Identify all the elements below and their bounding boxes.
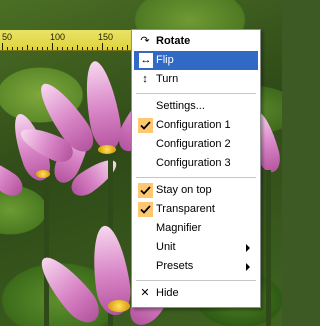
- ruler-tick: [22, 47, 23, 50]
- menu-item-label: Magnifier: [156, 222, 202, 234]
- ruler-tick: [92, 47, 93, 50]
- menu-item-label: Stay on top: [156, 184, 212, 196]
- menu-item-settings[interactable]: Settings...: [134, 97, 258, 116]
- ruler-tick: [27, 45, 28, 50]
- ruler-tick: [17, 47, 18, 50]
- ruler-tick: [62, 47, 63, 50]
- menu-item-configuration-3[interactable]: Configuration 3: [134, 154, 258, 173]
- ruler-tick: [32, 47, 33, 50]
- ruler-tick: [57, 47, 58, 50]
- flower-center: [36, 170, 50, 178]
- submenu-arrow-icon: [246, 244, 250, 252]
- menu-item-label: Configuration 2: [156, 138, 231, 150]
- ruler-tick: [7, 47, 8, 50]
- menu-item-magnifier[interactable]: Magnifier: [134, 219, 258, 238]
- ruler-tick: [127, 45, 128, 50]
- menu-item-hide[interactable]: ✕ Hide: [134, 284, 258, 303]
- flower-stem: [266, 170, 271, 326]
- ruler-tick: [97, 47, 98, 50]
- menu-item-stay-on-top[interactable]: Stay on top: [134, 181, 258, 200]
- screen-ruler[interactable]: 50 100 150: [0, 30, 138, 51]
- menu-item-label: Hide: [156, 287, 179, 299]
- menu-item-flip[interactable]: ↔ Flip: [134, 51, 258, 70]
- ruler-tick: [82, 47, 83, 50]
- ruler-tick: [87, 47, 88, 50]
- ruler-tick: [67, 47, 68, 50]
- context-menu: ↷ Rotate ↔ Flip ↕ Turn Settings... Confi…: [131, 29, 261, 308]
- check-icon: [138, 202, 153, 217]
- turn-vertical-icon: ↕: [142, 73, 148, 85]
- check-icon: [138, 118, 153, 133]
- menu-item-label: Flip: [156, 54, 174, 66]
- menu-item-turn[interactable]: ↕ Turn: [134, 70, 258, 89]
- ruler-tick: [107, 47, 108, 50]
- ruler-tick-label: 100: [50, 32, 66, 42]
- menu-item-presets[interactable]: Presets: [134, 257, 258, 276]
- flower-stem: [44, 175, 49, 326]
- menu-item-label: Transparent: [156, 203, 215, 215]
- ruler-tick: [12, 47, 13, 50]
- ruler-tick-label: 150: [98, 32, 114, 42]
- ruler-tick: [122, 47, 123, 50]
- ruler-tick: [112, 47, 113, 50]
- rotate-icon: ↷: [140, 35, 150, 47]
- menu-separator: [136, 93, 256, 94]
- menu-item-label: Presets: [156, 260, 194, 272]
- close-icon: ✕: [140, 287, 150, 299]
- check-icon: [138, 183, 153, 198]
- menu-item-label: Unit: [156, 241, 176, 253]
- flower-center: [98, 145, 116, 154]
- menu-item-label: Configuration 1: [156, 119, 231, 131]
- flower-center: [108, 300, 130, 312]
- ruler-tick: [77, 45, 78, 50]
- menu-item-configuration-1[interactable]: Configuration 1: [134, 116, 258, 135]
- menu-item-label: Settings...: [156, 100, 205, 112]
- menu-item-label: Configuration 3: [156, 157, 231, 169]
- menu-item-rotate[interactable]: ↷ Rotate: [134, 32, 258, 51]
- ruler-tick: [47, 47, 48, 50]
- menu-item-configuration-2[interactable]: Configuration 2: [134, 135, 258, 154]
- ruler-tick: [52, 43, 53, 50]
- ruler-tick: [2, 43, 3, 50]
- menu-separator: [136, 177, 256, 178]
- menu-item-transparent[interactable]: Transparent: [134, 200, 258, 219]
- ruler-tick: [37, 47, 38, 50]
- menu-item-label: Rotate: [156, 35, 191, 47]
- flip-horizontal-icon: ↔: [138, 52, 154, 69]
- menu-separator: [136, 280, 256, 281]
- ruler-tick: [117, 47, 118, 50]
- ruler-tick-label: 50: [2, 32, 13, 42]
- menu-item-label: Turn: [156, 73, 179, 85]
- ruler-tick: [102, 43, 103, 50]
- menu-item-unit[interactable]: Unit: [134, 238, 258, 257]
- submenu-arrow-icon: [246, 263, 250, 271]
- ruler-tick: [72, 47, 73, 50]
- ruler-tick: [42, 47, 43, 50]
